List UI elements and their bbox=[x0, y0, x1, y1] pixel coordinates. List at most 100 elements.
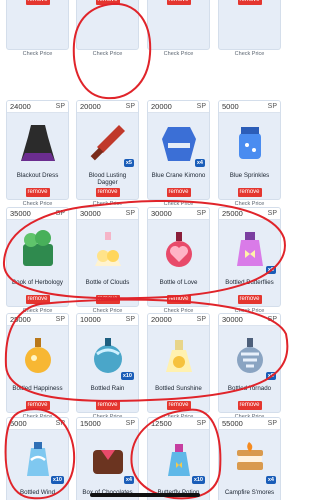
item-card[interactable]: 35000SPx5Become a Mad Scientistremove bbox=[147, 0, 210, 50]
item-card[interactable]: 24000 SP Blackout Dress remove bbox=[6, 100, 69, 200]
item-card[interactable]: 20000 SP x5 Blood Lusting Dagger remove bbox=[76, 100, 139, 200]
item-name: Blue Crane Kimono bbox=[151, 172, 206, 179]
item-image bbox=[148, 326, 209, 384]
item-card[interactable]: 5000 SP Blue Sprinkles remove bbox=[218, 100, 281, 200]
quantity-badge: x5 bbox=[265, 372, 276, 380]
price-row: 25000 SP bbox=[219, 208, 280, 220]
remove-button[interactable]: remove bbox=[166, 295, 191, 304]
item-image: x5 bbox=[219, 326, 280, 384]
home-indicator bbox=[90, 493, 200, 497]
butterfly-bottle-icon bbox=[236, 232, 263, 266]
item-card[interactable]: SPx10Beauty in a Bottleremove bbox=[76, 0, 139, 50]
remove-button[interactable]: remove bbox=[166, 188, 191, 197]
remove-button[interactable]: remove bbox=[166, 0, 191, 5]
item-card[interactable]: 10000 SP x10 Bottled Rain remove bbox=[76, 313, 139, 413]
remove-button[interactable]: remove bbox=[237, 188, 262, 197]
remove-button[interactable]: remove bbox=[95, 295, 120, 304]
item-card[interactable]: 20000 SP x4 Blue Crane Kimono remove bbox=[147, 100, 210, 200]
remove-button[interactable]: remove bbox=[25, 401, 50, 410]
item-price: 30000 bbox=[80, 209, 101, 218]
heart-bottle-icon bbox=[165, 232, 192, 267]
price-row: 55000 SP bbox=[219, 418, 280, 430]
remove-button[interactable]: remove bbox=[25, 295, 50, 304]
check-price-link[interactable]: Check Price bbox=[6, 51, 69, 57]
price-row: 25000 SP bbox=[7, 314, 68, 326]
quantity-badge: x8 bbox=[265, 266, 276, 274]
price-row: 20000 SP bbox=[148, 314, 209, 326]
remove-button[interactable]: remove bbox=[95, 401, 120, 410]
remove-button[interactable]: remove bbox=[25, 188, 50, 197]
item-card[interactable]: SPx10Basic Pet Careremove bbox=[6, 0, 69, 50]
item-name: Blood Lusting Dagger bbox=[88, 172, 127, 186]
remove-button[interactable]: remove bbox=[166, 401, 191, 410]
item-image: x4 bbox=[148, 113, 209, 171]
remove-button[interactable]: remove bbox=[95, 188, 120, 197]
cloud-bottle-icon bbox=[94, 232, 121, 266]
inventory-grid: SPx10Basic Pet CareremoveCheck PriceSPx1… bbox=[0, 0, 290, 500]
item-name: Campfire S'mores bbox=[224, 489, 275, 496]
item-card[interactable]: 20000 SP Bottled Sunshine remove bbox=[147, 313, 210, 413]
item-card[interactable]: 30000 SP Bottle of Clouds remove bbox=[76, 207, 139, 307]
item-card[interactable]: 35000 SP Book of Herbology remove bbox=[6, 207, 69, 307]
item-price: 5000 bbox=[222, 102, 239, 111]
item-price: 15000 bbox=[80, 419, 101, 428]
item-card[interactable]: 55000SPx4Campfire S'moresremove bbox=[218, 417, 281, 500]
price-row: 30000 SP bbox=[219, 314, 280, 326]
item-name: Bottled Rain bbox=[90, 385, 125, 392]
currency-label: SP bbox=[196, 103, 206, 110]
currency-label: SP bbox=[267, 420, 277, 427]
remove-button[interactable]: remove bbox=[237, 0, 262, 5]
item-name: Bottled Happiness bbox=[12, 385, 63, 392]
currency-label: SP bbox=[196, 210, 206, 217]
item-image: x5 bbox=[77, 113, 138, 171]
tornado-bottle-icon bbox=[236, 338, 263, 373]
item-name: Bottled Sunshine bbox=[155, 385, 202, 392]
item-image: x10 bbox=[7, 430, 68, 488]
currency-label: SP bbox=[125, 103, 135, 110]
check-price-link[interactable]: Check Price bbox=[147, 51, 210, 57]
check-price-link[interactable]: Check Price bbox=[76, 51, 139, 57]
item-card[interactable]: 35000SPx10Beginners Pickpocket Guide Boo… bbox=[218, 0, 281, 50]
item-card[interactable]: 30000 SP x5 Bottled Tornado remove bbox=[218, 313, 281, 413]
item-name: Bottled Wind bbox=[19, 489, 56, 496]
check-price-link[interactable]: Check Price bbox=[218, 51, 281, 57]
smores-icon bbox=[236, 442, 263, 470]
item-name: Bottled Tornado bbox=[227, 385, 272, 392]
price-row: 30000 SP bbox=[77, 208, 138, 220]
item-name: Blackout Dress bbox=[16, 172, 59, 179]
item-name: Bottled Butterflies bbox=[225, 279, 274, 286]
item-card[interactable]: 25000 SP Bottled Happiness remove bbox=[6, 313, 69, 413]
item-card[interactable]: 5000SPx10Bottled Windremove bbox=[6, 417, 69, 500]
remove-button[interactable]: remove bbox=[237, 401, 262, 410]
item-card[interactable]: 25000 SP x8 Bottled Butterflies remove bbox=[218, 207, 281, 307]
price-row: 35000 SP bbox=[7, 208, 68, 220]
item-image bbox=[219, 113, 280, 171]
remove-button[interactable]: remove bbox=[95, 0, 120, 5]
currency-label: SP bbox=[55, 210, 65, 217]
item-price: 30000 bbox=[222, 315, 243, 324]
item-card[interactable]: 15000SPx4Box of Chocolatesremove bbox=[76, 417, 139, 500]
quantity-badge: x4 bbox=[123, 476, 134, 484]
chocolate-box-icon bbox=[92, 450, 123, 474]
item-price: 55000 bbox=[222, 419, 243, 428]
currency-label: SP bbox=[267, 210, 277, 217]
item-card[interactable]: 30000 SP Bottle of Love remove bbox=[147, 207, 210, 307]
price-row: 20000 SP bbox=[148, 101, 209, 113]
item-name: Blue Sprinkles bbox=[229, 172, 270, 179]
item-price: 20000 bbox=[80, 102, 101, 111]
item-image: x8 bbox=[219, 220, 280, 278]
price-row: 24000 SP bbox=[7, 101, 68, 113]
item-price: 20000 bbox=[151, 315, 172, 324]
quantity-badge: x5 bbox=[123, 159, 134, 167]
remove-button[interactable]: remove bbox=[237, 295, 262, 304]
item-price: 12500 bbox=[151, 419, 172, 428]
quantity-badge: x4 bbox=[265, 476, 276, 484]
item-price: 30000 bbox=[151, 209, 172, 218]
happiness-bottle-icon bbox=[24, 338, 51, 373]
item-card[interactable]: 12500SPx10Butterfly Potionremove bbox=[147, 417, 210, 500]
item-image: x4 bbox=[219, 430, 280, 488]
black-dress-icon bbox=[20, 125, 55, 161]
item-name: Bottle of Love bbox=[159, 279, 198, 286]
remove-button[interactable]: remove bbox=[25, 0, 50, 5]
item-name: Book of Herbology bbox=[12, 279, 63, 286]
